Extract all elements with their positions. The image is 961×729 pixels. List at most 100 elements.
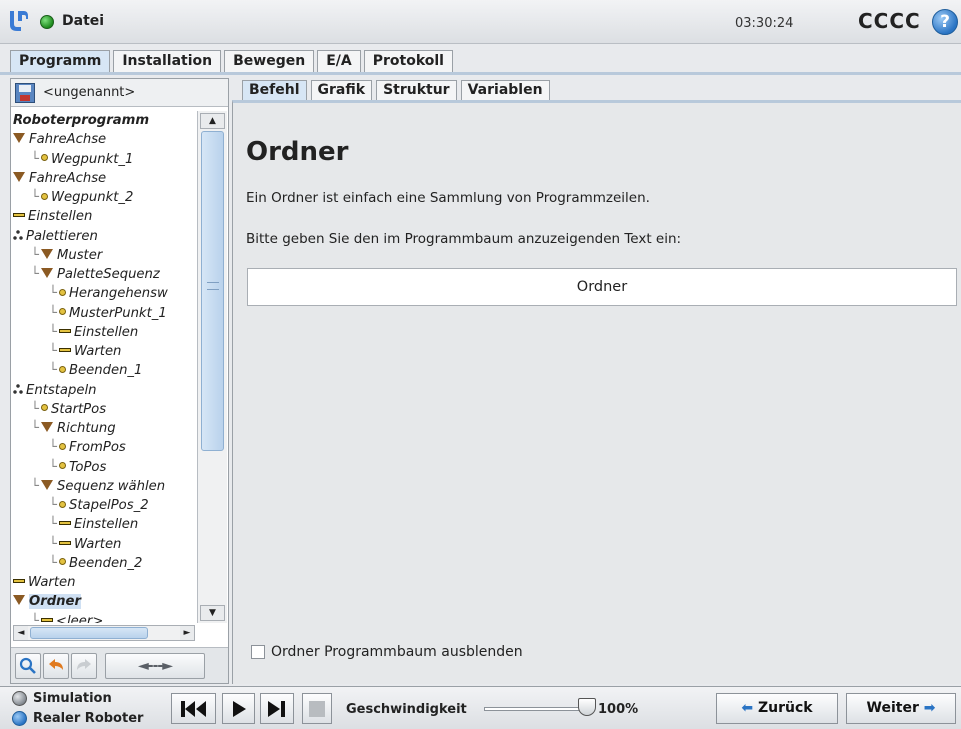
command-icon xyxy=(13,579,25,583)
save-icon[interactable] xyxy=(15,83,35,103)
folder-icon xyxy=(13,171,25,182)
scroll-right-icon[interactable]: ► xyxy=(180,626,194,640)
speed-slider[interactable] xyxy=(484,707,584,711)
undo-icon[interactable] xyxy=(43,653,69,679)
stop-icon xyxy=(309,701,325,717)
radio-selected-icon[interactable] xyxy=(12,711,27,726)
speed-slider-handle[interactable] xyxy=(578,698,596,716)
command-tabs: Befehl Grafik Struktur Variablen xyxy=(242,80,554,100)
tree-horizontal-scrollbar[interactable]: ◄ ► xyxy=(13,625,195,641)
hide-tree-checkbox[interactable]: Ordner Programmbaum ausblenden xyxy=(251,644,523,660)
scroll-thumb[interactable] xyxy=(30,627,148,639)
next-button[interactable]: Weiter ➡ xyxy=(846,693,956,724)
tree-node[interactable]: └ <leer> xyxy=(13,612,193,624)
folder-name-input[interactable]: Ordner xyxy=(247,268,957,306)
tab-grafik[interactable]: Grafik xyxy=(310,80,373,100)
tree-node-label: PaletteSequenz xyxy=(56,267,160,282)
tree-node[interactable]: └ ToPos xyxy=(13,458,193,477)
tree-vertical-scrollbar[interactable]: ▲ ▼ xyxy=(197,111,227,623)
tab-befehl[interactable]: Befehl xyxy=(242,80,307,100)
step-icon xyxy=(268,701,285,717)
scroll-thumb[interactable] xyxy=(201,131,224,451)
tree-node-label: Ordner xyxy=(29,594,81,610)
real-robot-radio[interactable]: Realer Roboter xyxy=(12,711,143,726)
checkbox-box[interactable] xyxy=(251,645,265,659)
command-icon xyxy=(13,213,25,218)
tab-protokoll[interactable]: Protokoll xyxy=(363,50,453,72)
scroll-up-icon[interactable]: ▲ xyxy=(200,113,225,129)
tree-node[interactable]: Roboterprogramm xyxy=(13,111,193,130)
play-button[interactable] xyxy=(222,693,255,724)
file-menu[interactable]: Datei xyxy=(62,13,104,29)
tree-node[interactable]: └ Wegpunkt_2 xyxy=(13,188,193,207)
tree-node[interactable]: └ Warten xyxy=(13,535,193,554)
tree-connector: └ xyxy=(49,498,57,513)
tree-node[interactable]: └ Herangehensw xyxy=(13,284,193,303)
tree-node[interactable]: └ Warten xyxy=(13,342,193,361)
tree-node-label: Richtung xyxy=(56,421,116,436)
redo-icon[interactable] xyxy=(71,653,97,679)
tree-node[interactable]: └ Richtung xyxy=(13,419,193,438)
skip-back-icon xyxy=(180,701,206,717)
tree-node[interactable]: FahreAchse xyxy=(13,130,193,149)
program-tree[interactable]: Roboterprogramm FahreAchse └ Wegpunkt_1 Fahr… xyxy=(13,111,193,623)
pallet-icon xyxy=(13,383,23,394)
tree-node[interactable]: └ Einstellen xyxy=(13,515,193,534)
tree-node-label: Wegpunkt_1 xyxy=(50,151,134,167)
stop-button[interactable] xyxy=(302,693,332,724)
prompt-text: Bitte geben Sie den im Programmbaum anzu… xyxy=(246,231,682,247)
tree-connector: └ xyxy=(31,151,39,167)
tree-node-label: StapelPos_2 xyxy=(68,498,149,513)
move-node-button[interactable]: ◄---► xyxy=(105,653,205,679)
scroll-down-icon[interactable]: ▼ xyxy=(200,605,225,621)
tree-node-label: Wegpunkt_2 xyxy=(50,190,134,205)
tree-node[interactable]: FahreAchse xyxy=(13,169,193,188)
tree-node[interactable]: Palettieren xyxy=(13,227,193,246)
tab-struktur[interactable]: Struktur xyxy=(376,80,457,100)
scroll-left-icon[interactable]: ◄ xyxy=(14,626,28,640)
waypoint-icon xyxy=(58,365,66,373)
tree-node[interactable]: Warten xyxy=(13,573,193,592)
tab-installation[interactable]: Installation xyxy=(113,50,222,72)
waypoint-icon xyxy=(40,154,48,161)
tree-node[interactable]: └ StapelPos_2 xyxy=(13,496,193,515)
tree-node[interactable]: └ Wegpunkt_1 xyxy=(13,150,193,169)
tree-node[interactable]: └ StartPos xyxy=(13,400,193,419)
tree-node[interactable]: Entstapeln xyxy=(13,381,193,400)
tree-connector: └ xyxy=(31,401,39,417)
help-icon[interactable]: ? xyxy=(932,9,958,35)
waypoint-icon xyxy=(58,462,66,469)
tree-node[interactable]: └ PaletteSequenz xyxy=(13,265,193,284)
tab-bewegen[interactable]: Bewegen xyxy=(224,50,315,72)
universal-robots-logo xyxy=(10,11,28,31)
search-icon[interactable] xyxy=(15,653,41,679)
tree-node[interactable]: └ Beenden_2 xyxy=(13,554,193,573)
tree-node-label: Beenden_2 xyxy=(68,555,143,571)
tree-node[interactable]: └ FromPos xyxy=(13,438,193,457)
tab-e-a[interactable]: E/A xyxy=(317,50,361,72)
back-button[interactable]: ⬅ Zurück xyxy=(716,693,838,724)
folder-icon xyxy=(40,268,53,278)
tree-connector: └ xyxy=(49,324,57,340)
tree-node[interactable]: └ Sequenz wählen xyxy=(13,477,193,496)
radio-icon[interactable] xyxy=(12,691,27,706)
tree-node-label: Roboterprogramm xyxy=(13,113,150,128)
tree-node-label: FahreAchse xyxy=(29,132,107,148)
tree-node[interactable]: └ MusterPunkt_1 xyxy=(13,304,193,323)
tab-programm[interactable]: Programm xyxy=(10,50,111,72)
tree-node-label: <leer> xyxy=(55,613,104,624)
tree-node-label: Beenden_1 xyxy=(68,363,143,379)
program-header: <ungenannt> xyxy=(11,79,228,107)
skip-back-button[interactable] xyxy=(171,693,216,724)
tree-node[interactable]: └ Muster xyxy=(13,246,193,265)
tree-node[interactable]: Einstellen xyxy=(13,207,193,226)
tree-node-label: Herangehensw xyxy=(68,286,168,302)
tree-node[interactable]: └ Beenden_1 xyxy=(13,361,193,380)
tab-variablen[interactable]: Variablen xyxy=(460,80,550,100)
tree-node[interactable]: └ Einstellen xyxy=(13,323,193,342)
step-button[interactable] xyxy=(260,693,294,724)
simulation-radio[interactable]: Simulation xyxy=(12,691,112,706)
tree-node[interactable]: Ordner xyxy=(13,592,193,611)
waypoint-icon xyxy=(58,558,66,566)
tree-connector: └ xyxy=(49,555,57,571)
